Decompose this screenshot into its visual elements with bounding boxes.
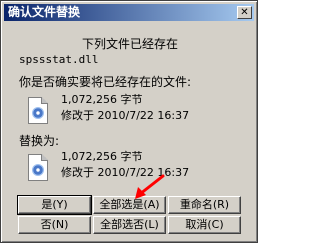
window-title: 确认文件替换	[8, 5, 81, 19]
existing-file-info: 1,072,256 字节 修改于 2010/7/22 16:37	[61, 92, 189, 124]
close-button[interactable]: ✕	[237, 6, 252, 19]
replace-with-label: 替换为:	[19, 134, 60, 148]
question-text: 你是否确实要将已经存在的文件:	[19, 75, 192, 89]
no-to-all-button[interactable]: 全部选否(L)	[93, 216, 166, 234]
replacement-file-modified: 修改于 2010/7/22 16:37	[61, 166, 190, 179]
no-button[interactable]: 否(N)	[18, 216, 91, 234]
rename-button[interactable]: 重命名(R)	[168, 196, 241, 214]
cancel-button[interactable]: 取消(C)	[168, 216, 241, 234]
file-name: spssstat.dll	[19, 53, 99, 66]
existing-file-icon	[25, 96, 51, 126]
close-icon: ✕	[240, 7, 249, 18]
yes-button[interactable]: 是(Y)	[17, 195, 92, 215]
title-bar[interactable]: 确认文件替换 ✕	[4, 4, 254, 21]
replacement-file-icon	[25, 153, 51, 183]
replacement-file-size: 1,072,256 字节	[61, 150, 143, 163]
existing-file-modified: 修改于 2010/7/22 16:37	[61, 109, 190, 122]
confirm-file-replace-dialog: 确认文件替换 ✕ 下列文件已经存在 spssstat.dll 你是否确实要将已经…	[0, 0, 258, 243]
existing-file-size: 1,072,256 字节	[61, 93, 143, 106]
yes-to-all-button[interactable]: 全部选是(A)	[93, 196, 166, 214]
dialog-header: 下列文件已经存在	[81, 37, 178, 51]
replacement-file-info: 1,072,256 字节 修改于 2010/7/22 16:37	[61, 149, 189, 181]
